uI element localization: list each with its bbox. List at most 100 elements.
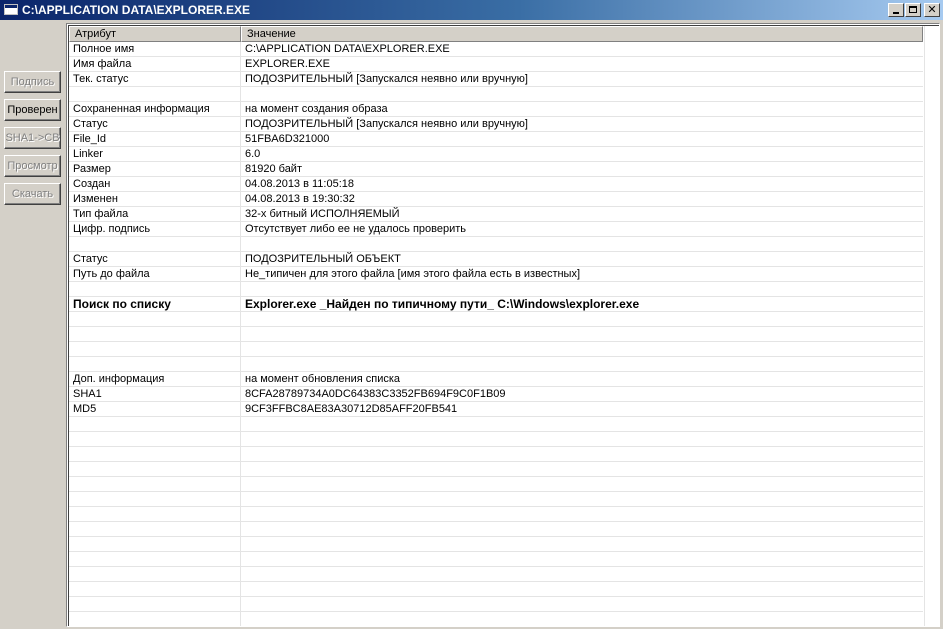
attribute-cell: Статус <box>69 117 241 131</box>
attribute-cell <box>69 357 241 371</box>
value-cell <box>241 417 923 431</box>
attribute-cell <box>69 342 241 356</box>
table-row[interactable]: Имя файла EXPLORER.EXE <box>69 57 923 72</box>
table-row[interactable]: Сохраненная информация на момент создания… <box>69 102 923 117</box>
attribute-cell: Создан <box>69 177 241 191</box>
value-cell <box>241 282 923 296</box>
value-cell: 04.08.2013 в 11:05:18 <box>245 178 355 190</box>
title-bar[interactable]: C:\APPLICATION DATA\EXPLORER.EXE ✕ <box>0 0 943 20</box>
table-row[interactable] <box>69 597 923 612</box>
table-row[interactable] <box>69 582 923 597</box>
table-row[interactable]: Статус ПОДОЗРИТЕЛЬНЫЙ [Запускался неявно … <box>69 117 923 132</box>
attribute-cell: File_Id <box>69 132 241 146</box>
column-header-attribute[interactable]: Атрибут <box>69 26 241 42</box>
attribute-cell: Статус <box>69 252 241 266</box>
table-row[interactable] <box>69 237 923 252</box>
value-cell: ПОДОЗРИТЕЛЬНЫЙ ОБЪЕКТ <box>245 253 401 265</box>
table-row[interactable] <box>69 312 923 327</box>
attribute-cell <box>69 522 241 536</box>
sha1-to-cb-button[interactable]: SHA1->CB <box>4 127 61 149</box>
grid-body: Атрибут Значение Полное имя C:\APPLICATIO… <box>68 25 939 626</box>
table-row[interactable]: Изменен 04.08.2013 в 19:30:32 <box>69 192 923 207</box>
table-row[interactable] <box>69 432 923 447</box>
table-row[interactable]: File_Id 51FBA6D321000 <box>69 132 923 147</box>
value-cell <box>241 477 923 491</box>
attribute-cell: Размер <box>69 162 241 176</box>
table-row[interactable] <box>69 612 923 626</box>
table-row[interactable] <box>69 342 923 357</box>
table-row[interactable]: Доп. информация на момент обновления спис… <box>69 372 923 387</box>
table-row[interactable]: Поиск по списку Explorer.exe _Найден по т… <box>69 297 923 312</box>
attribute-cell <box>69 537 241 551</box>
attribute-cell: Полное имя <box>69 42 241 56</box>
value-cell: 6.0 <box>245 148 261 160</box>
table-row[interactable]: SHA1 8CFA28789734A0DC64383C3352FB694F9C0F… <box>69 387 923 402</box>
attribute-cell: Изменен <box>69 192 241 206</box>
close-button[interactable]: ✕ <box>924 3 940 17</box>
table-row[interactable] <box>69 282 923 297</box>
view-button[interactable]: Просмотр <box>4 155 61 177</box>
table-row[interactable]: Создан 04.08.2013 в 11:05:18 <box>69 177 923 192</box>
attribute-grid[interactable]: Атрибут Значение Полное имя C:\APPLICATIO… <box>66 23 940 627</box>
value-cell <box>241 522 923 536</box>
value-cell <box>241 327 923 341</box>
table-row[interactable] <box>69 537 923 552</box>
value-cell: 32-х битный ИСПОЛНЯЕМЫЙ <box>245 208 400 220</box>
value-cell: Explorer.exe _Найден по типичному пути_ … <box>245 297 640 311</box>
action-sidebar: Подпись Проверен SHA1->CB Просмотр Скача… <box>0 20 65 629</box>
table-row[interactable] <box>69 477 923 492</box>
table-row[interactable] <box>69 492 923 507</box>
table-row[interactable] <box>69 567 923 582</box>
table-row[interactable] <box>69 507 923 522</box>
table-row[interactable] <box>69 417 923 432</box>
attribute-cell <box>69 282 241 296</box>
table-row[interactable]: Полное имя C:\APPLICATION DATA\EXPLORER.E… <box>69 42 923 57</box>
value-cell: 04.08.2013 в 19:30:32 <box>245 193 355 205</box>
attribute-cell: SHA1 <box>69 387 241 401</box>
maximize-button[interactable] <box>905 3 921 17</box>
table-row[interactable]: Размер 81920 байт <box>69 162 923 177</box>
table-row[interactable]: Путь до файла Не_типичен для этого файла … <box>69 267 923 282</box>
value-cell <box>241 597 923 611</box>
attribute-cell <box>69 462 241 476</box>
table-row[interactable]: Цифр. подпись Отсутствует либо ее не удал… <box>69 222 923 237</box>
table-row[interactable]: Тип файла 32-х битный ИСПОЛНЯЕМЫЙ <box>69 207 923 222</box>
value-cell <box>241 447 923 461</box>
value-cell <box>241 582 923 596</box>
table-row[interactable] <box>69 447 923 462</box>
attribute-cell <box>69 567 241 581</box>
file-info-window: C:\APPLICATION DATA\EXPLORER.EXE ✕ Подпи… <box>0 0 943 629</box>
value-cell <box>241 462 923 476</box>
table-row[interactable] <box>69 462 923 477</box>
signature-button[interactable]: Подпись <box>4 71 61 93</box>
table-row[interactable]: Статус ПОДОЗРИТЕЛЬНЫЙ ОБЪЕКТ <box>69 252 923 267</box>
attribute-cell: Путь до файла <box>69 267 241 281</box>
table-row[interactable] <box>69 327 923 342</box>
value-cell: на момент создания образа <box>245 103 388 115</box>
value-cell <box>241 342 923 356</box>
table-row[interactable] <box>69 522 923 537</box>
table-row[interactable]: Тек. статус ПОДОЗРИТЕЛЬНЫЙ [Запускался не… <box>69 72 923 87</box>
table-row[interactable] <box>69 87 923 102</box>
attribute-cell: Доп. информация <box>69 372 241 386</box>
value-cell: C:\APPLICATION DATA\EXPLORER.EXE <box>245 43 450 55</box>
value-cell <box>241 507 923 521</box>
value-cell: 81920 байт <box>245 163 302 175</box>
table-row[interactable]: MD5 9CF3FFBC8AE83A30712D85AFF20FB541 <box>69 402 923 417</box>
table-row[interactable] <box>69 357 923 372</box>
attribute-cell <box>69 327 241 341</box>
attribute-cell <box>69 447 241 461</box>
scroll-area <box>924 26 939 626</box>
value-cell <box>241 237 923 251</box>
value-cell <box>241 552 923 566</box>
table-row[interactable]: Linker 6.0 <box>69 147 923 162</box>
attribute-cell: Тек. статус <box>69 72 241 86</box>
download-button[interactable]: Скачать <box>4 183 61 205</box>
attribute-cell <box>69 312 241 326</box>
window-icon[interactable] <box>4 4 18 15</box>
column-header-value[interactable]: Значение <box>241 26 923 42</box>
minimize-button[interactable] <box>888 3 904 17</box>
verified-button[interactable]: Проверен <box>4 99 61 121</box>
grid-header: Атрибут Значение <box>69 26 923 42</box>
table-row[interactable] <box>69 552 923 567</box>
